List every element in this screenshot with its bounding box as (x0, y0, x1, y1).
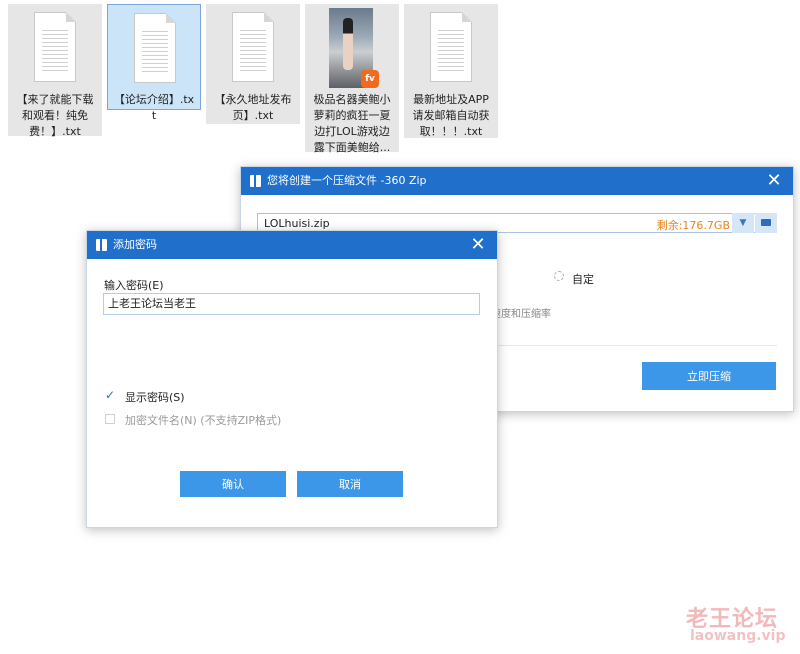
confirm-button[interactable]: 确认 (180, 471, 286, 497)
cancel-button[interactable]: 取消 (297, 471, 403, 497)
watermark-url: laowang.vip (690, 628, 786, 644)
close-icon[interactable]: ✕ (467, 234, 489, 256)
dialog-titlebar: 添加密码 ✕ (87, 231, 497, 259)
speed-ratio-text: 速度和压缩率 (491, 309, 551, 320)
show-password-label: 显示密码(S) (125, 391, 185, 404)
file-name: 极品名器美鲍小萝莉的疯狂一夏边打LOL游戏边露下面美鲍给... (313, 93, 391, 154)
free-space-label: 剩余:176.7GB (656, 219, 730, 232)
password-label: 输入密码(E) (104, 279, 164, 292)
close-icon[interactable]: ✕ (763, 170, 785, 192)
desktop-file-5[interactable]: 最新地址及APP请发邮箱自动获取！！！.txt (404, 4, 498, 138)
dialog-title: 您将创建一个压缩文件 -360 Zip (267, 174, 427, 187)
desktop-file-1[interactable]: 【来了就能下载和观看！纯免费！】.txt (8, 4, 102, 138)
desktop-file-4[interactable]: fv 极品名器美鲍小萝莉的疯狂一夏边打LOL游戏边露下面美鲍给... (305, 4, 399, 154)
file-name: 【论坛介绍】.txt (113, 93, 195, 122)
compress-now-button[interactable]: 立即压缩 (642, 362, 776, 390)
desktop-file-3[interactable]: 【永久地址发布页】.txt (206, 4, 300, 124)
file-name: 【永久地址发布页】.txt (214, 93, 292, 122)
text-file-icon (232, 12, 274, 82)
add-password-dialog: 添加密码 ✕ 输入密码(E) 上老王论坛当老王 ✓ 显示密码(S) 加密文件名(… (86, 230, 498, 528)
zip-app-icon (96, 239, 107, 251)
text-file-icon (134, 13, 176, 83)
checkmark-icon[interactable]: ✓ (105, 389, 115, 401)
folder-icon (761, 219, 771, 226)
browse-folder-button[interactable] (755, 213, 777, 233)
file-name: 【来了就能下载和观看！纯免费！】.txt (16, 93, 94, 138)
video-player-badge-icon: fv (361, 70, 379, 88)
zip-app-icon (250, 175, 261, 187)
dialog-title: 添加密码 (113, 238, 157, 251)
desktop-file-2[interactable]: 【论坛介绍】.txt (107, 4, 201, 122)
file-name: 最新地址及APP请发邮箱自动获取！！！.txt (412, 93, 490, 138)
custom-radio[interactable] (554, 271, 564, 281)
custom-option-label: 自定 (572, 273, 594, 286)
checkbox-box[interactable] (105, 414, 115, 424)
chevron-down-icon[interactable]: ▼ (732, 213, 754, 233)
password-input[interactable]: 上老王论坛当老王 (103, 293, 480, 315)
text-file-icon (430, 12, 472, 82)
archive-filename[interactable]: LOLhuisi.zip (264, 217, 330, 230)
encrypt-filenames-label: 加密文件名(N) (不支持ZIP格式) (125, 414, 282, 427)
text-file-icon (34, 12, 76, 82)
dialog-titlebar: 您将创建一个压缩文件 -360 Zip ✕ (241, 167, 793, 195)
